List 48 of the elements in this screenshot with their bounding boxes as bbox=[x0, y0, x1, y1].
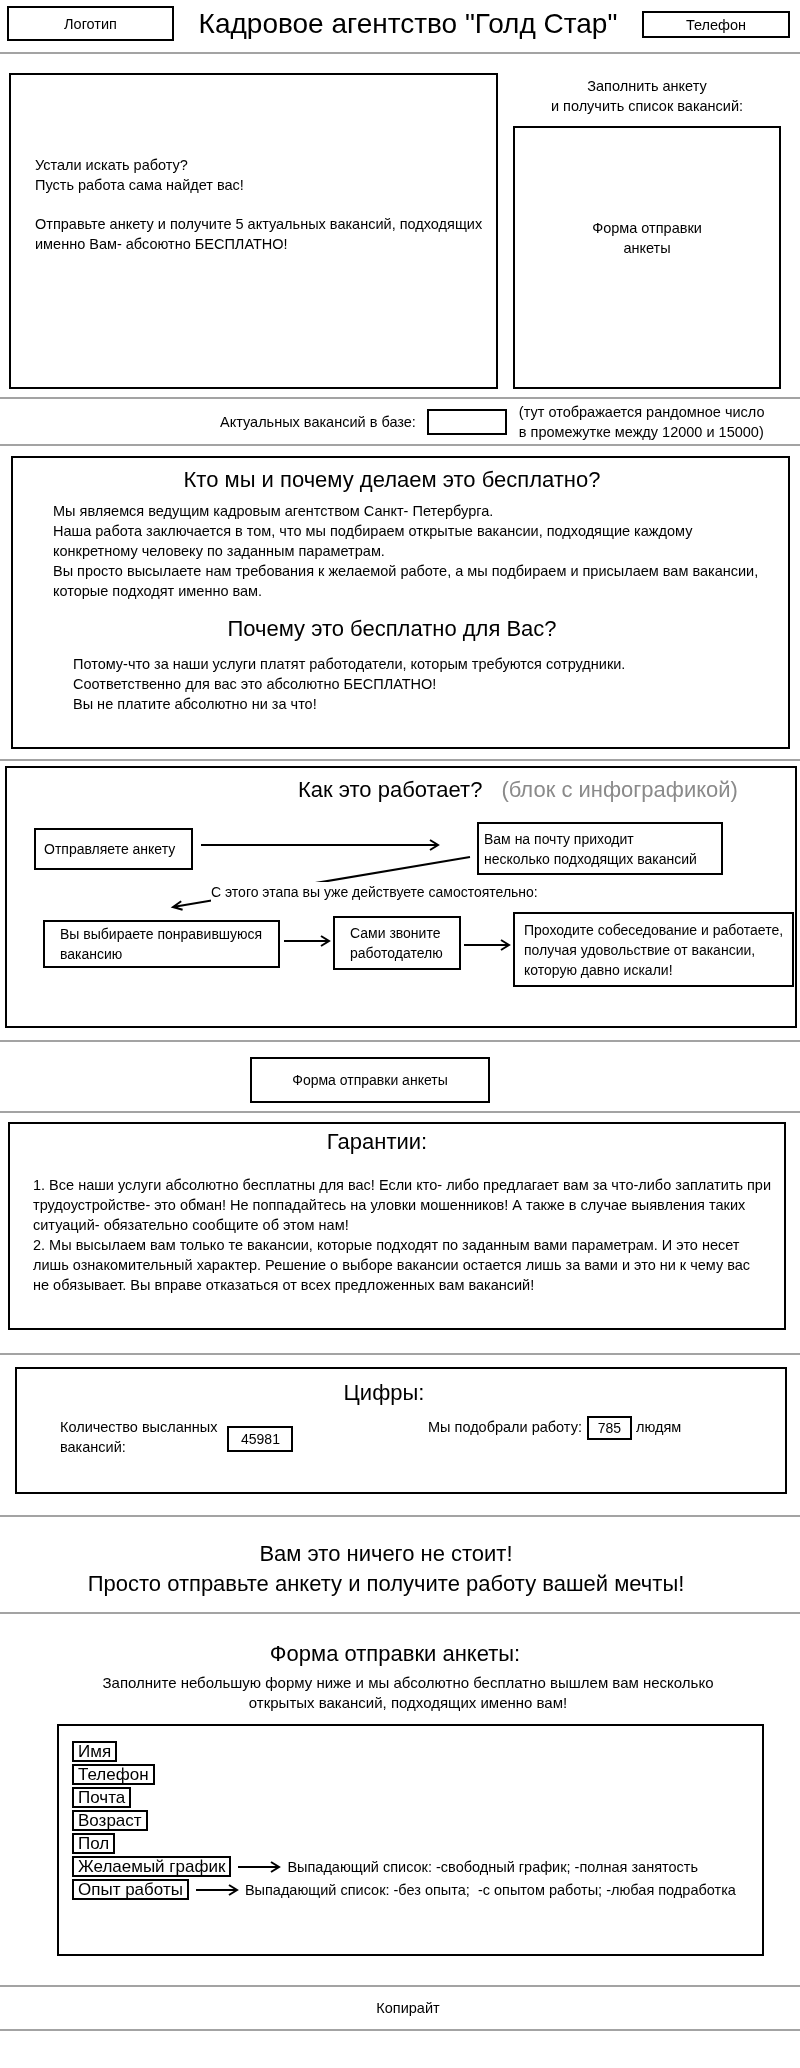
input-field[interactable]: Почта bbox=[72, 1787, 132, 1808]
counter-label: Актуальных вакансий в базе: bbox=[220, 412, 416, 432]
dropdown-field[interactable]: Желаемый график bbox=[72, 1856, 232, 1877]
form-intro: Заполните небольшую форму ниже и мы абсолютно бесплатно вышлем вам несколько открытых вакансий, подходящих именно вам! bbox=[101, 1673, 715, 1713]
hero-text: Устали искать работу? Пусть работа сама найдет вас! bbox=[35, 156, 245, 195]
flow-step: Отправляете анкету bbox=[34, 828, 193, 870]
guarantee-text: 1. Все наши услуги абсолютно бесплатны для вас! Если кто- либо предлагает вам за что-либо заплатить при трудоустройстве- это обман! Не поппадайтесь на уловки мошенников! А также в случае выявления таких ситуаций- обязательно сообщите об этом нам! bbox=[33, 1176, 772, 1235]
flow-arrow bbox=[463, 939, 511, 951]
stat-suffix: людям bbox=[635, 1418, 682, 1437]
input-field[interactable]: Имя bbox=[72, 1741, 118, 1762]
section-heading: Цифры: bbox=[342, 1379, 426, 1407]
section-heading: Гарантии: bbox=[325, 1128, 429, 1156]
dropdown-note: Выпадающий список: -без опыта; -с опытом работы; -любая подработка bbox=[244, 1880, 736, 1900]
flow-step: Проходите собеседование и работаете, получая удовольствие от вакансии, которую давно искали! bbox=[513, 912, 794, 987]
input-field[interactable]: Возраст bbox=[72, 1810, 148, 1831]
flow-step: Сами звоните работодателю bbox=[333, 916, 461, 970]
section-heading: Как это работает? bbox=[298, 776, 483, 804]
arrow-icon bbox=[237, 1860, 282, 1873]
counter-note: (тут отображается рандомное число в промежутке между 12000 и 15000) bbox=[518, 402, 765, 442]
about-text: Мы являемся ведущим кадровым агентством Санкт- Петербурга. Наша работа заключается в том, что мы подбираем открытые вакансии, подходящие каждому конкретному человеку по заданным параметрам. Вы просто высылаете нам требования к желаемой работе, а мы подбираем и присылаем вам вакансии, которые подходят именно вам. bbox=[53, 502, 760, 601]
cta-text: Вам это ничего не стоит! Просто отправьте анкету и получите работу вашей мечты! bbox=[86, 1540, 686, 1598]
stat-value: 785 bbox=[586, 1416, 632, 1440]
site-title: Кадровое агентство "Голд Стар" bbox=[197, 7, 619, 41]
dropdown-field[interactable]: Опыт работы bbox=[72, 1879, 189, 1900]
about-text: Потому-что за наши услуги платят работодатели, которым требуются сотрудники. Соответственно для вас это абсолютно БЕСПЛАТНО! Вы не платите абсолютно ни за что! bbox=[73, 655, 627, 714]
copyright-text: Копирайт bbox=[376, 1999, 440, 2018]
flow-step: Вы выбираете понравившуюся вакансию bbox=[43, 920, 280, 968]
arrow-icon bbox=[194, 1883, 239, 1896]
form-frame: Форма отправки анкеты bbox=[513, 126, 781, 389]
input-field[interactable]: Пол bbox=[72, 1833, 116, 1854]
flow-arrow bbox=[283, 935, 331, 947]
phone-frame: Телефон bbox=[642, 11, 790, 38]
form-caption: Заполнить анкету и получить список вакансий: bbox=[550, 77, 744, 116]
infographic-comment: (блок с инфографикой) bbox=[501, 776, 738, 804]
section-heading: Почему это бесплатно для Вас? bbox=[226, 615, 558, 643]
stat-value: 45981 bbox=[227, 1426, 294, 1452]
form-button[interactable]: Форма отправки анкеты bbox=[250, 1057, 490, 1103]
flow-step: Вам на почту приходит несколько подходящих вакансий bbox=[477, 822, 723, 875]
section-heading: Кто мы и почему делаем это бесплатно? bbox=[182, 466, 602, 494]
guarantee-text: 2. Мы высылаем вам только те вакансии, которые подходят по заданным вами параметрам. И это несет лишь ознакомительный характер. Решение о выборе вакансии остается лишь за вами и это ни к чему вас не обязывает. Вы вправе отказаться от всех предложенных вам вакансий! bbox=[33, 1236, 752, 1295]
stat-label: Мы подобрали работу: bbox=[428, 1418, 582, 1437]
logo-frame: Логотип bbox=[7, 6, 174, 41]
input-field[interactable]: Телефон bbox=[72, 1764, 155, 1785]
dropdown-note: Выпадающий список: -свободный график; -полная занятость bbox=[287, 1857, 699, 1877]
hero-text: Отправьте анкету и получите 5 актуальных вакансий, подходящих именно Вам- абсоютно БЕСПЛАТНО! bbox=[35, 215, 484, 254]
section-heading: Форма отправки анкеты: bbox=[268, 1640, 522, 1668]
step-note: С этого этапа вы уже действуете самостоятельно: bbox=[211, 882, 538, 902]
stat-label: Количество высланных вакансий: bbox=[60, 1418, 218, 1457]
